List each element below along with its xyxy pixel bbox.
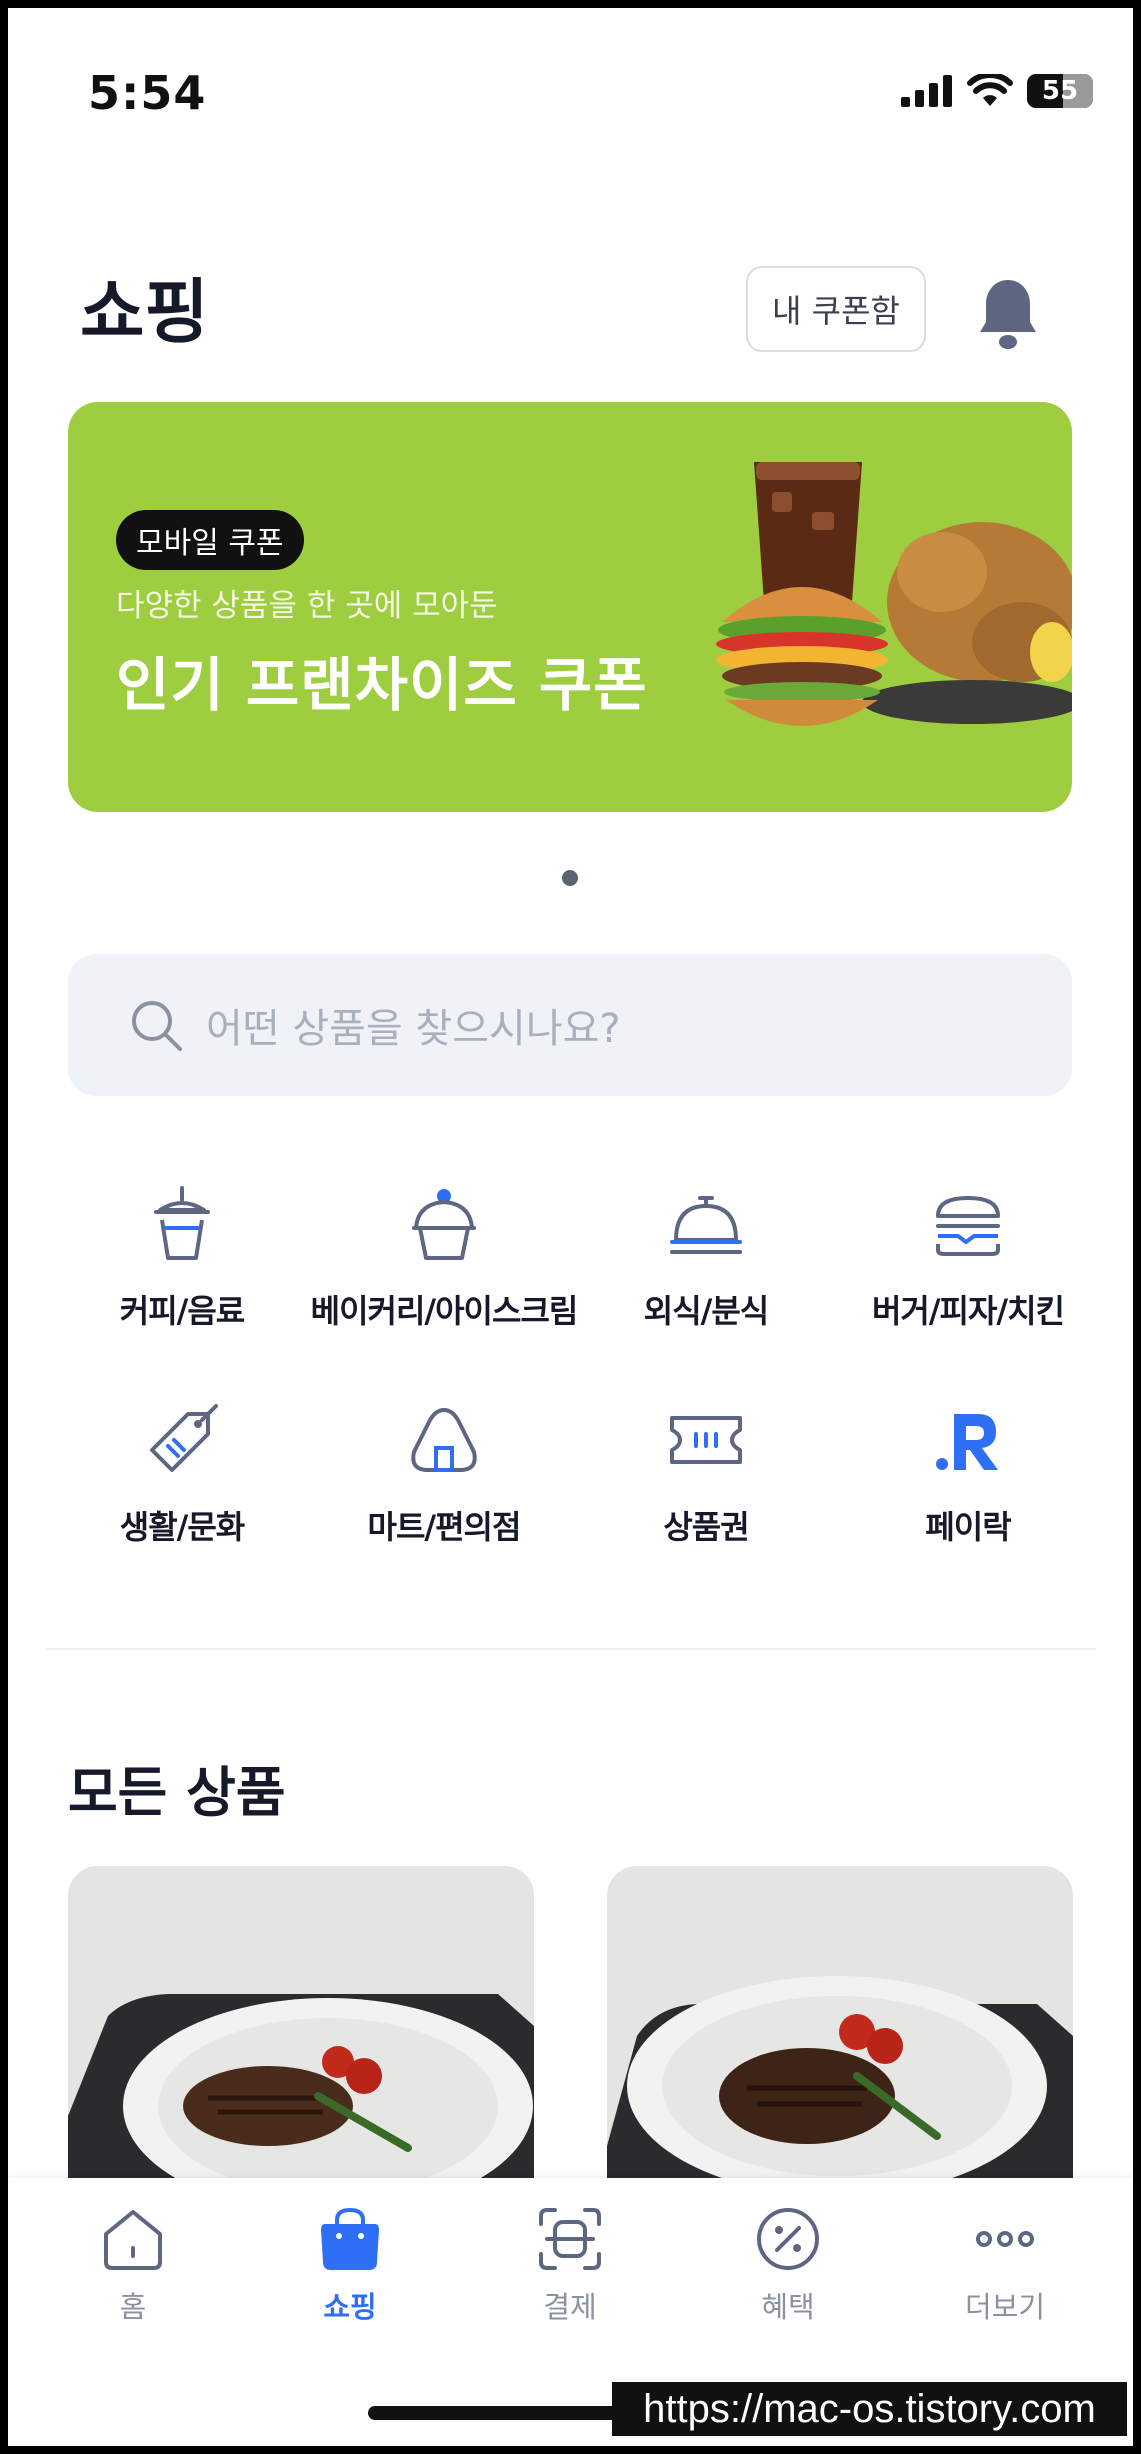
category-label: 커피/음료 (119, 1292, 245, 1330)
my-coupons-button[interactable]: 내 쿠폰함 (746, 266, 926, 352)
bell-icon[interactable] (976, 276, 1040, 352)
category-label: 생활/문화 (119, 1508, 245, 1546)
watermark: https://mac-os.tistory.com (612, 2382, 1127, 2436)
category-gift-card[interactable]: 상품권 (575, 1400, 837, 1548)
category-label: 외식/분식 (643, 1292, 769, 1330)
pay-r-icon (936, 1414, 998, 1470)
nav-home[interactable]: 홈 (63, 2204, 203, 2326)
category-label: 마트/편의점 (367, 1508, 522, 1546)
section-divider (46, 1648, 1096, 1650)
category-label: 페이락 (925, 1508, 1011, 1546)
nav-label: 혜택 (761, 2290, 815, 2324)
product-card[interactable] (607, 1866, 1073, 2196)
category-payrak[interactable]: 페이락 (837, 1400, 1099, 1548)
signal-icon (901, 75, 952, 107)
burger-icon (936, 1196, 1000, 1256)
tag-icon (150, 1404, 218, 1472)
banner-subtitle: 다양한 상품을 한 곳에 모아둔 (116, 588, 498, 624)
phone-screen: 5:54 55 쇼핑 내 쿠폰함 모바일 쿠폰 다양한 상품을 한 곳에 모아둔… (8, 8, 1133, 2446)
category-label: 베이커리/아이스크림 (310, 1292, 579, 1330)
category-label: 상품권 (663, 1508, 749, 1546)
banner-title: 인기 프랜차이즈 쿠폰 (116, 651, 648, 719)
status-time: 5:54 (88, 66, 207, 120)
status-icons: 55 (901, 74, 1093, 108)
category-mart[interactable]: 마트/편의점 (313, 1400, 575, 1548)
nav-label: 결제 (543, 2290, 597, 2324)
category-lifestyle[interactable]: 생활/문화 (51, 1400, 313, 1548)
nav-label: 홈 (119, 2290, 147, 2324)
carousel-dot[interactable] (562, 870, 578, 886)
search-placeholder: 어떤 상품을 찾으시나요? (206, 1006, 621, 1052)
search-icon (132, 1001, 182, 1051)
search-bar[interactable]: 어떤 상품을 찾으시나요? (68, 954, 1072, 1096)
onigiri-icon (411, 1408, 477, 1472)
cup-icon (154, 1186, 210, 1260)
nav-shopping[interactable]: 쇼핑 (280, 2204, 420, 2326)
shopping-bag-icon (321, 2207, 379, 2270)
wifi-icon (967, 74, 1013, 106)
scan-pay-icon (539, 2208, 601, 2270)
category-bakery[interactable]: 베이커리/아이스크림 (310, 1184, 579, 1332)
nav-benefits[interactable]: 혜택 (718, 2204, 858, 2326)
home-icon (104, 2210, 162, 2270)
nav-label: 쇼핑 (323, 2290, 377, 2324)
nav-more[interactable]: 더보기 (935, 2204, 1075, 2326)
nav-payment[interactable]: 결제 (500, 2204, 640, 2326)
battery-indicator: 55 (1027, 74, 1093, 108)
cloche-icon (670, 1196, 742, 1254)
percent-icon (757, 2208, 819, 2270)
nav-label: 더보기 (964, 2290, 1046, 2324)
product-card[interactable] (68, 1866, 534, 2196)
ticket-icon (670, 1416, 742, 1464)
category-label: 버거/피자/치킨 (871, 1292, 1065, 1330)
steak-image (607, 1866, 1073, 2196)
burger-chicken-image (716, 462, 1072, 726)
section-title: 모든 상품 (68, 1761, 286, 1824)
battery-level: 55 (1041, 76, 1079, 106)
ice-cream-icon (412, 1189, 476, 1260)
category-coffee[interactable]: 커피/음료 (51, 1184, 313, 1332)
page-title: 쇼핑 (80, 271, 209, 353)
promo-banner[interactable]: 모바일 쿠폰 다양한 상품을 한 곳에 모아둔 인기 프랜차이즈 쿠폰 (68, 402, 1072, 812)
category-dining[interactable]: 외식/분식 (575, 1184, 837, 1332)
category-burger[interactable]: 버거/피자/치킨 (837, 1184, 1099, 1332)
steak-image (68, 1866, 534, 2196)
more-icon (976, 2231, 1034, 2247)
banner-tag: 모바일 쿠폰 (116, 510, 304, 570)
